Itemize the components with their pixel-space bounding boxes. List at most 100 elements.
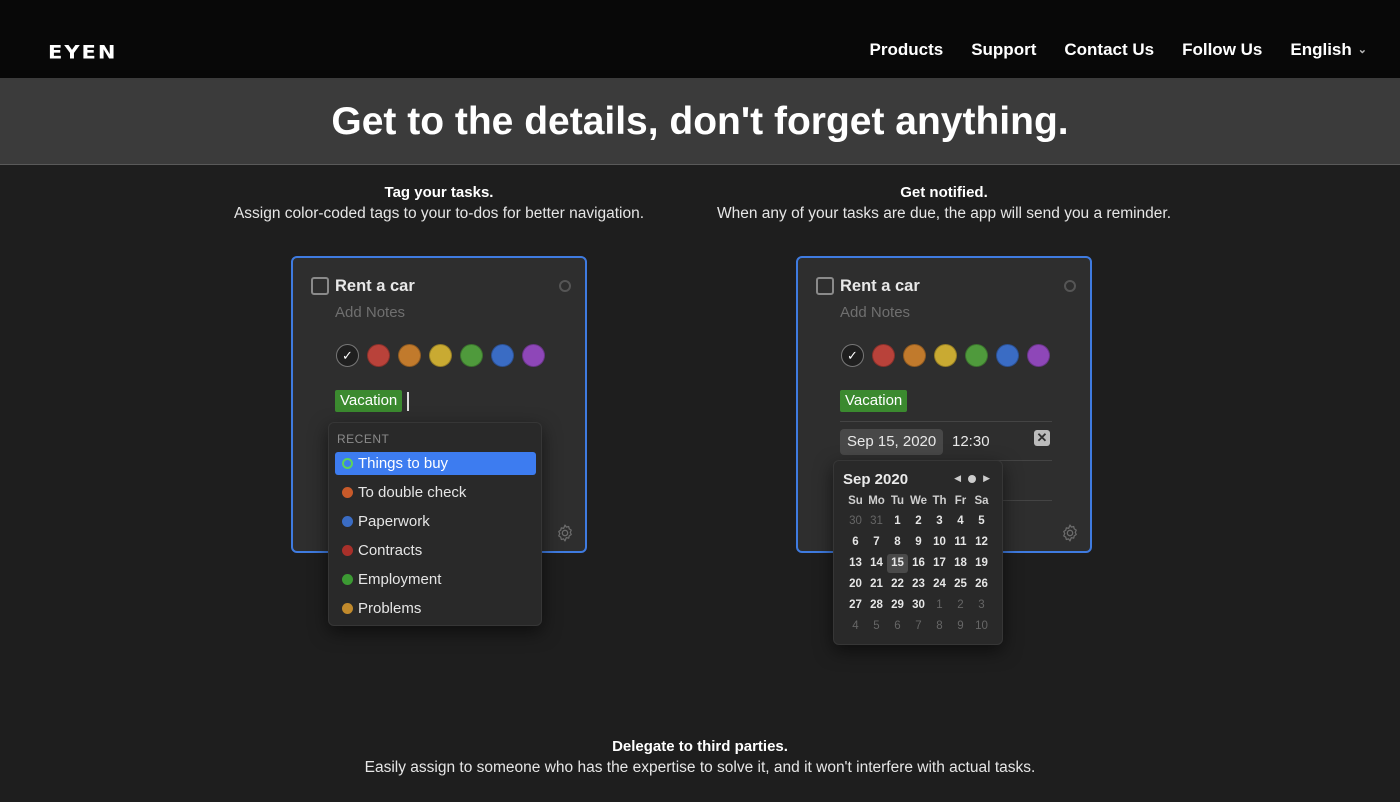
dropdown-item[interactable]: Things to buy — [335, 452, 536, 475]
calendar-day[interactable]: 9 — [950, 617, 971, 636]
calendar-day[interactable]: 14 — [866, 554, 887, 573]
color-swatch-orange[interactable] — [398, 344, 421, 367]
task-title[interactable]: Rent a car — [335, 277, 415, 296]
nav-link-support[interactable]: Support — [971, 40, 1036, 60]
color-swatch-blue[interactable] — [491, 344, 514, 367]
hero-title: Get to the details, don't forget anythin… — [331, 100, 1069, 143]
calendar-day[interactable]: 21 — [866, 575, 887, 594]
calendar-day[interactable]: 2 — [908, 512, 929, 531]
calendar-day[interactable]: 16 — [908, 554, 929, 573]
task-checkbox[interactable] — [311, 277, 329, 295]
calendar-day[interactable]: 5 — [866, 617, 887, 636]
dropdown-item[interactable]: Contracts — [335, 539, 536, 562]
color-swatch-green[interactable] — [460, 344, 483, 367]
clear-reminder-icon[interactable]: ✕ — [1034, 430, 1050, 446]
dropdown-item[interactable]: Problems — [335, 597, 536, 620]
tag-suggestions-dropdown: RECENT Things to buy To double check Pap… — [328, 422, 542, 626]
calendar-day[interactable]: 1 — [887, 512, 908, 531]
calendar-day[interactable]: 28 — [866, 596, 887, 615]
calendar-day[interactable]: 3 — [971, 596, 992, 615]
language-label: English — [1290, 40, 1352, 59]
calendar-day[interactable]: 30 — [845, 512, 866, 531]
dropdown-item[interactable]: To double check — [335, 481, 536, 504]
tag-chip[interactable]: Vacation — [840, 390, 908, 412]
calendar-day[interactable]: 6 — [845, 533, 866, 552]
calendar-day[interactable]: 10 — [971, 617, 992, 636]
calendar-day[interactable]: 29 — [887, 596, 908, 615]
calendar-day[interactable]: 5 — [971, 512, 992, 531]
calendar-day[interactable]: 13 — [845, 554, 866, 573]
color-swatch-selected[interactable]: ✓ — [841, 344, 864, 367]
task-title[interactable]: Rent a car — [840, 277, 920, 296]
nav-link-follow[interactable]: Follow Us — [1182, 40, 1262, 60]
calendar-day[interactable]: 8 — [887, 533, 908, 552]
status-dot-icon[interactable] — [1064, 280, 1076, 292]
calendar-day[interactable]: 1 — [929, 596, 950, 615]
calendar-day[interactable]: 18 — [950, 554, 971, 573]
calendar-day[interactable]: 26 — [971, 575, 992, 594]
color-swatch-purple[interactable] — [1027, 344, 1050, 367]
color-swatch-selected[interactable]: ✓ — [336, 344, 359, 367]
notes-field[interactable]: Add Notes — [335, 304, 405, 321]
weekday-label: Th — [932, 495, 947, 507]
calendar-day[interactable]: 17 — [929, 554, 950, 573]
color-swatch-red[interactable] — [872, 344, 895, 367]
feature-tag-description: Assign color-coded tags to your to-dos f… — [233, 205, 645, 222]
reminder-time[interactable]: 12:30 — [952, 433, 990, 450]
calendar-day[interactable]: 3 — [929, 512, 950, 531]
calendar-day-selected[interactable]: 15 — [887, 554, 908, 573]
color-swatch-red[interactable] — [367, 344, 390, 367]
calendar-day[interactable]: 4 — [950, 512, 971, 531]
reminder-date[interactable]: Sep 15, 2020 — [840, 429, 944, 455]
calendar-day[interactable]: 10 — [929, 533, 950, 552]
calendar-day[interactable]: 31 — [866, 512, 887, 531]
nav-link-contact[interactable]: Contact Us — [1064, 40, 1154, 60]
color-swatches: ✓ — [841, 344, 1050, 367]
calendar-day[interactable]: 25 — [950, 575, 971, 594]
calendar-day[interactable]: 19 — [971, 554, 992, 573]
next-month-icon[interactable]: ▶ — [983, 473, 990, 484]
text-caret — [407, 392, 409, 411]
nav-link-products[interactable]: Products — [870, 40, 944, 60]
calendar-day[interactable]: 7 — [866, 533, 887, 552]
calendar-day[interactable]: 20 — [845, 575, 866, 594]
today-dot-icon[interactable] — [968, 474, 977, 483]
feature-tag: Tag your tasks. Assign color-coded tags … — [210, 184, 668, 223]
gear-icon[interactable] — [1060, 523, 1080, 543]
calendar-day[interactable]: 27 — [845, 596, 866, 615]
nav-links: Products Support Contact Us Follow Us En… — [870, 40, 1367, 60]
tag-chip[interactable]: Vacation — [335, 390, 403, 412]
task-checkbox[interactable] — [816, 277, 834, 295]
calendar-day[interactable]: 23 — [908, 575, 929, 594]
dropdown-item[interactable]: Paperwork — [335, 510, 536, 533]
color-swatch-green[interactable] — [965, 344, 988, 367]
tag-dot-icon — [342, 545, 353, 556]
dropdown-item[interactable]: Employment — [335, 568, 536, 591]
calendar-day[interactable]: 8 — [929, 617, 950, 636]
calendar-day[interactable]: 2 — [950, 596, 971, 615]
color-swatch-orange[interactable] — [903, 344, 926, 367]
color-swatch-purple[interactable] — [522, 344, 545, 367]
calendar-day[interactable]: 30 — [908, 596, 929, 615]
calendar-day[interactable]: 7 — [908, 617, 929, 636]
calendar-day[interactable]: 6 — [887, 617, 908, 636]
color-swatch-yellow[interactable] — [934, 344, 957, 367]
color-swatch-blue[interactable] — [996, 344, 1019, 367]
prev-month-icon[interactable]: ◀ — [954, 473, 961, 484]
divider — [840, 421, 1052, 422]
weekday-label: Su — [848, 495, 863, 507]
color-swatch-yellow[interactable] — [429, 344, 452, 367]
feature-notify: Get notified. When any of your tasks are… — [696, 184, 1192, 223]
calendar-day[interactable]: 11 — [950, 533, 971, 552]
calendar-day[interactable]: 4 — [845, 617, 866, 636]
calendar-day[interactable]: 24 — [929, 575, 950, 594]
notes-field[interactable]: Add Notes — [840, 304, 910, 321]
weekday-label: Mo — [868, 495, 885, 507]
gear-icon[interactable] — [555, 523, 575, 543]
language-selector[interactable]: English ⌄ — [1290, 40, 1367, 60]
calendar-day[interactable]: 9 — [908, 533, 929, 552]
logo[interactable]: EYEN — [48, 41, 117, 63]
calendar-day[interactable]: 12 — [971, 533, 992, 552]
status-dot-icon[interactable] — [559, 280, 571, 292]
calendar-day[interactable]: 22 — [887, 575, 908, 594]
